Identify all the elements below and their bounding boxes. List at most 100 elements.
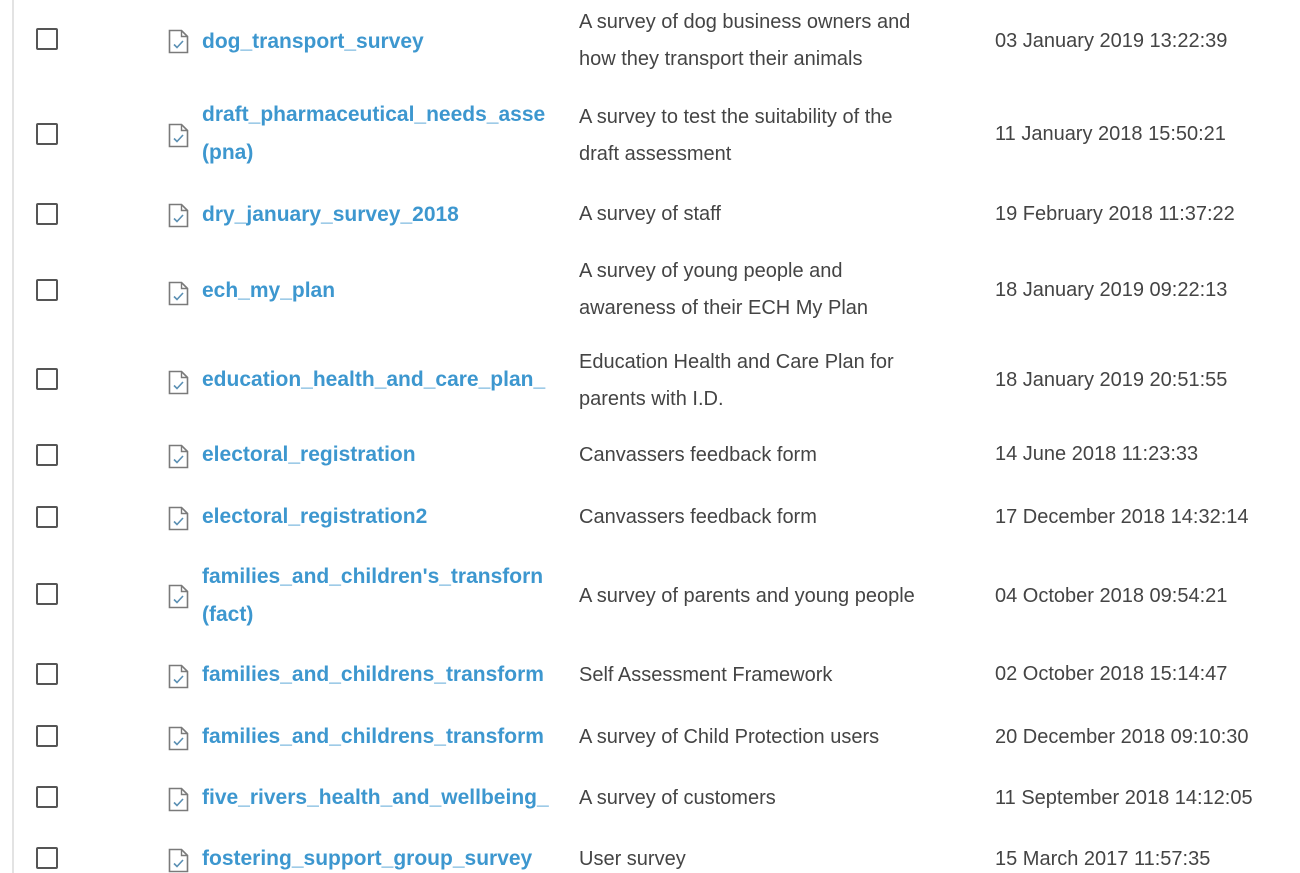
checkbox-icon[interactable] (36, 28, 58, 50)
survey-name-link[interactable]: education_health_and_care_plan_ (202, 361, 568, 399)
survey-date: 18 January 2019 20:51:55 (995, 369, 1228, 391)
survey-name-link[interactable]: five_rivers_health_and_wellbeing_ (202, 779, 568, 817)
list-item: dog_transport_survey A survey of dog busi… (0, 0, 1300, 80)
checkbox-icon[interactable] (36, 368, 58, 390)
list-item: families_and_childrens_transform A survey… (0, 718, 1300, 756)
survey-description: User survey (579, 841, 979, 873)
survey-description-line: A survey of customers (579, 787, 776, 809)
survey-description: Canvassers feedback form (579, 499, 979, 536)
survey-name-line: families_and_children's_transforn (202, 565, 544, 588)
document-icon (168, 726, 189, 751)
survey-description: A survey of young people and awareness of… (579, 253, 979, 327)
survey-name-line: (fact) (202, 603, 254, 626)
document-icon (168, 123, 189, 148)
survey-name-link[interactable]: dog_transport_survey (202, 23, 568, 61)
survey-date: 17 December 2018 14:32:14 (995, 506, 1249, 528)
survey-name-link[interactable]: families_and_childrens_transform (202, 656, 568, 694)
document-icon (168, 664, 189, 689)
list-item: electoral_registration Canvassers feedbac… (0, 436, 1300, 474)
survey-name-line: ech_my_plan (202, 279, 336, 302)
survey-name-link[interactable]: electoral_registration (202, 436, 568, 474)
survey-description: A survey to test the suitability of the d… (579, 99, 979, 173)
survey-date: 11 September 2018 14:12:05 (995, 787, 1253, 809)
survey-description-line: how they transport their animals (579, 48, 863, 70)
list-item: five_rivers_health_and_wellbeing_ A surve… (0, 779, 1300, 817)
survey-name-line: families_and_childrens_transform (202, 663, 544, 686)
survey-name-line: five_rivers_health_and_wellbeing_ (202, 786, 549, 809)
survey-name-line: education_health_and_care_plan_ (202, 368, 546, 391)
survey-date: 19 February 2018 11:37:22 (995, 203, 1235, 225)
survey-description-line: User survey (579, 848, 686, 870)
survey-description-line: A survey of parents and young people (579, 585, 915, 607)
survey-description-line: A survey of staff (579, 203, 721, 225)
survey-date: 02 October 2018 15:14:47 (995, 663, 1228, 685)
checkbox-icon[interactable] (36, 847, 58, 869)
survey-description: A survey of customers (579, 780, 979, 817)
checkbox-icon[interactable] (36, 725, 58, 747)
survey-date: 15 March 2017 11:57:35 (995, 848, 1211, 870)
survey-name-line: families_and_childrens_transform (202, 725, 544, 748)
survey-date: 04 October 2018 09:54:21 (995, 585, 1228, 607)
list-item: draft_pharmaceutical_needs_asse (pna) A su… (0, 96, 1300, 176)
list-item: families_and_children's_transforn (fact) A… (0, 558, 1300, 638)
survey-date: 03 January 2019 13:22:39 (995, 30, 1228, 52)
survey-description-line: A survey to test the suitability of the (579, 106, 893, 128)
checkbox-icon[interactable] (36, 663, 58, 685)
survey-description-line: A survey of young people and (579, 260, 843, 282)
list-item: education_health_and_care_plan_ Education… (0, 342, 1300, 420)
survey-date: 11 January 2018 15:50:21 (995, 123, 1226, 145)
list-item: ech_my_plan A survey of young people and a… (0, 253, 1300, 329)
document-icon (168, 370, 189, 395)
list-item: fostering_support_group_survey User surve… (0, 840, 1300, 873)
survey-name-line: electoral_registration2 (202, 505, 428, 528)
survey-description: A survey of Child Protection users (579, 719, 979, 756)
survey-name-line: draft_pharmaceutical_needs_asse (202, 103, 546, 126)
survey-description-line: parents with I.D. (579, 388, 724, 410)
checkbox-icon[interactable] (36, 123, 58, 145)
document-icon (168, 29, 189, 54)
survey-name-link[interactable]: dry_january_survey_2018 (202, 196, 568, 234)
list-item: families_and_childrens_transform Self Ass… (0, 656, 1300, 694)
survey-name-link[interactable]: ech_my_plan (202, 272, 568, 310)
survey-description: Education Health and Care Plan for parent… (579, 344, 979, 418)
survey-description-line: awareness of their ECH My Plan (579, 297, 869, 319)
survey-description-line: Education Health and Care Plan for (579, 351, 894, 373)
survey-name-link[interactable]: families_and_childrens_transform (202, 718, 568, 756)
survey-name-line: dry_january_survey_2018 (202, 203, 459, 226)
survey-description: Self Assessment Framework (579, 657, 979, 694)
document-icon (168, 848, 189, 873)
document-icon (168, 281, 189, 306)
list-item: electoral_registration2 Canvassers feedba… (0, 498, 1300, 536)
survey-description-line: A survey of Child Protection users (579, 726, 880, 748)
survey-name-link[interactable]: draft_pharmaceutical_needs_asse (pna) (202, 96, 568, 172)
document-icon (168, 444, 189, 469)
survey-description: A survey of dog business owners and how t… (579, 4, 979, 78)
survey-description-line: draft assessment (579, 143, 732, 165)
checkbox-icon[interactable] (36, 583, 58, 605)
document-icon (168, 506, 189, 531)
survey-description: A survey of staff (579, 196, 979, 233)
survey-description: Canvassers feedback form (579, 437, 979, 474)
survey-date: 20 December 2018 09:10:30 (995, 726, 1249, 748)
survey-name-link[interactable]: electoral_registration2 (202, 498, 568, 536)
survey-list-page: dog_transport_survey A survey of dog busi… (0, 0, 1300, 873)
checkbox-icon[interactable] (36, 786, 58, 808)
checkbox-icon[interactable] (36, 279, 58, 301)
survey-name-line: electoral_registration (202, 443, 416, 466)
checkbox-icon[interactable] (36, 444, 58, 466)
survey-description-line: Canvassers feedback form (579, 444, 817, 466)
survey-name-line: (pna) (202, 141, 254, 164)
survey-date: 18 January 2019 09:22:13 (995, 279, 1228, 301)
survey-name-line: dog_transport_survey (202, 30, 424, 53)
checkbox-icon[interactable] (36, 203, 58, 225)
list-item: dry_january_survey_2018 A survey of staff… (0, 196, 1300, 236)
survey-description-line: A survey of dog business owners and (579, 11, 911, 33)
survey-name-line: fostering_support_group_survey (202, 847, 533, 870)
survey-description-line: Self Assessment Framework (579, 664, 833, 686)
checkbox-icon[interactable] (36, 506, 58, 528)
survey-description: A survey of parents and young people (579, 578, 979, 615)
document-icon (168, 787, 189, 812)
document-icon (168, 584, 189, 609)
survey-name-link[interactable]: fostering_support_group_survey (202, 840, 568, 873)
survey-name-link[interactable]: families_and_children's_transforn (fact) (202, 558, 568, 634)
